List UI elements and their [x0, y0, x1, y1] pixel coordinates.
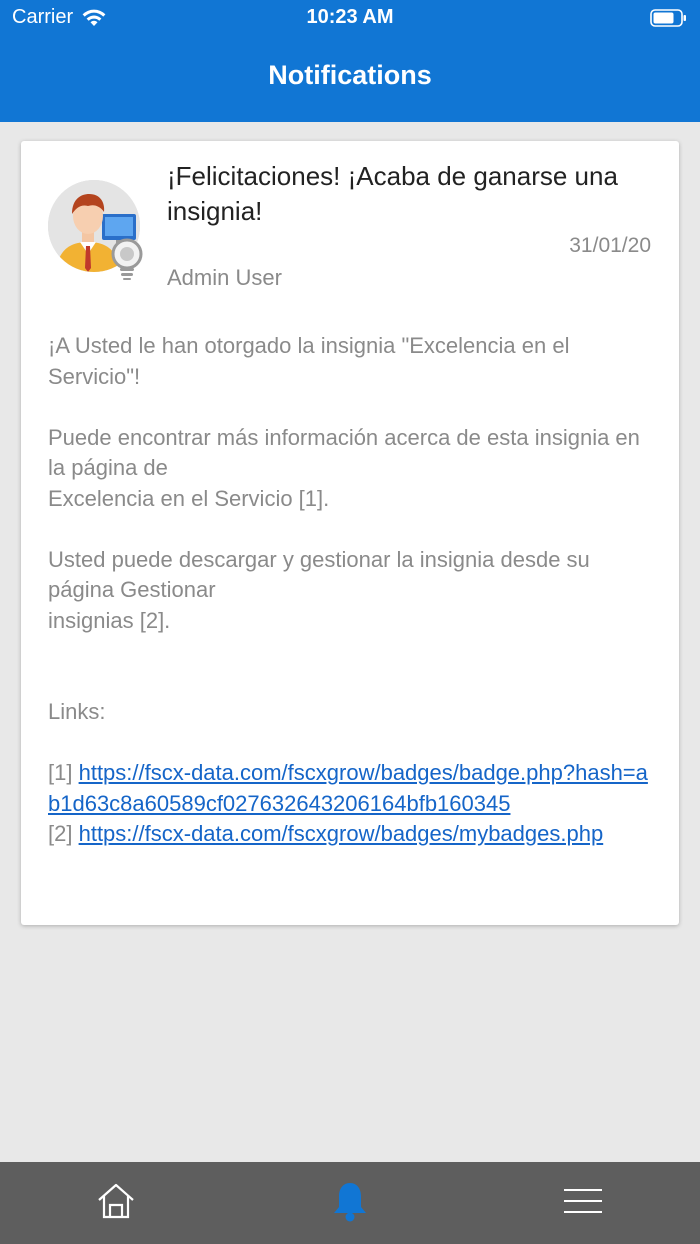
tab-notifications[interactable] [290, 1162, 410, 1244]
body-paragraph-manage-line1: Usted puede descargar y gestionar la ins… [48, 546, 590, 603]
bell-icon [332, 1180, 368, 1227]
badge-page-link[interactable]: https://fscx-data.com/fscxgrow/badges/ba… [48, 760, 648, 816]
notification-sender: Admin User [167, 265, 282, 290]
tab-menu[interactable] [523, 1162, 643, 1244]
links-label: Links: [48, 699, 106, 724]
battery-icon [650, 8, 688, 28]
body-paragraph-info-line1: Puede encontrar más información acerca d… [48, 424, 640, 481]
notification-body: ¡A Usted le han otorgado la insignia "Ex… [48, 331, 656, 850]
notification-card[interactable]: ¡Felicitaciones! ¡Acaba de ganarse una i… [21, 141, 679, 925]
home-icon [96, 1181, 136, 1226]
notification-date: 31/01/20 [569, 234, 651, 257]
status-bar: Carrier 10:23 AM [0, 0, 700, 36]
link-1-prefix: [1] [48, 760, 73, 785]
badge-lightbulb-icon [109, 238, 145, 280]
body-paragraph-award: ¡A Usted le han otorgado la insignia "Ex… [48, 333, 570, 389]
my-badges-link[interactable]: https://fscx-data.com/fscxgrow/badges/my… [79, 821, 604, 846]
body-paragraph-info-line2: Excelencia en el Servicio [1]. [48, 485, 330, 511]
status-time: 10:23 AM [306, 6, 394, 28]
body-paragraph-info: Puede encontrar más información acerca d… [48, 423, 656, 515]
page-title: Notifications [268, 60, 432, 90]
link-item-1: [1] https://fscx-data.com/fscxgrow/badge… [48, 758, 656, 819]
app-header: Carrier 10:23 AM Notifications [0, 0, 700, 122]
link-item-2: [2] https://fscx-data.com/fscxgrow/badge… [48, 819, 656, 850]
tab-home[interactable] [56, 1162, 176, 1244]
link-2-prefix: [2] [48, 821, 73, 846]
notification-title: ¡Felicitaciones! ¡Acaba de ganarse una i… [167, 161, 618, 226]
body-paragraph-manage-line2: insignias [2]. [48, 607, 171, 633]
menu-icon [563, 1186, 603, 1221]
body-paragraph-manage: Usted puede descargar y gestionar la ins… [48, 545, 656, 637]
bottom-tab-bar [0, 1162, 700, 1244]
